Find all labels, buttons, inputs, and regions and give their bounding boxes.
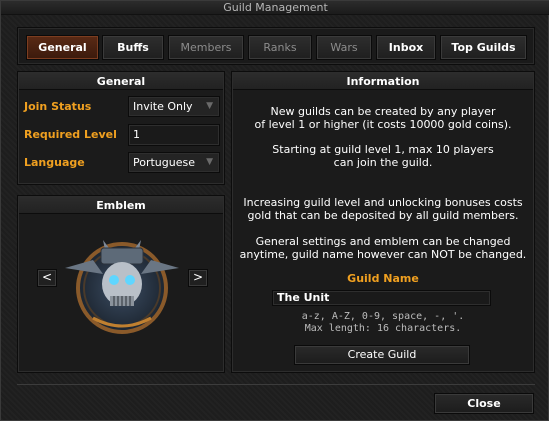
chevron-down-icon: ▼	[206, 157, 213, 167]
info-text-line: New guilds can be created by any player	[270, 105, 496, 118]
tab-ranks[interactable]: Ranks	[248, 35, 312, 60]
info-text-line: anytime, guild name however can NOT be c…	[239, 248, 527, 261]
info-text-line: can join the guild.	[333, 156, 433, 169]
general-panel-header: General	[19, 73, 223, 90]
emblem-panel-header: Emblem	[19, 197, 223, 214]
required-level-input[interactable]: 1	[128, 124, 220, 146]
guild-name-max-length: Max length: 16 characters.	[304, 323, 462, 334]
language-dropdown[interactable]: Portuguese ▼	[128, 152, 220, 173]
guild-management-window: Guild Management General Buffs Members R…	[0, 0, 549, 421]
information-panel: Information New guilds can be created by…	[231, 71, 535, 373]
create-guild-button[interactable]: Create Guild	[294, 345, 470, 365]
information-panel-header: Information	[233, 73, 533, 90]
join-status-value: Invite Only	[133, 100, 193, 113]
info-text-line: Starting at guild level 1, max 10 player…	[272, 143, 494, 156]
chevron-down-icon: ▼	[206, 101, 213, 111]
footer-divider	[17, 384, 535, 385]
tab-inbox[interactable]: Inbox	[376, 35, 436, 60]
guild-name-rules: a-z, A-Z, 0-9, space, -, '.	[301, 311, 465, 322]
window-title: Guild Management	[1, 1, 549, 15]
emblem-prev-button[interactable]: <	[37, 269, 57, 287]
emblem-panel: Emblem < >	[17, 195, 225, 373]
tab-wars[interactable]: Wars	[316, 35, 372, 60]
info-text-line: gold that can be deposited by all guild …	[247, 209, 519, 222]
join-status-label: Join Status	[24, 100, 92, 113]
emblem-next-button[interactable]: >	[188, 269, 208, 287]
tab-buffs[interactable]: Buffs	[102, 35, 164, 60]
close-button[interactable]: Close	[434, 393, 534, 414]
info-text-line: Increasing guild level and unlocking bon…	[243, 196, 523, 209]
language-label: Language	[24, 156, 85, 169]
tab-members[interactable]: Members	[168, 35, 244, 60]
guild-name-label: Guild Name	[347, 272, 419, 285]
general-panel: General Join Status Invite Only ▼ Requir…	[17, 71, 225, 185]
tab-general[interactable]: General	[26, 35, 99, 60]
info-text-line: of level 1 or higher (it costs 10000 gol…	[254, 118, 512, 131]
skull-emblem-icon	[65, 240, 179, 334]
join-status-dropdown[interactable]: Invite Only ▼	[128, 96, 220, 117]
tab-top-guilds[interactable]: Top Guilds	[440, 35, 527, 60]
tab-bar: General Buffs Members Ranks Wars Inbox T…	[17, 27, 535, 65]
info-text-line: General settings and emblem can be chang…	[255, 235, 511, 248]
language-value: Portuguese	[133, 156, 195, 169]
required-level-label: Required Level	[24, 128, 117, 141]
guild-name-input[interactable]: The Unit	[272, 290, 491, 306]
